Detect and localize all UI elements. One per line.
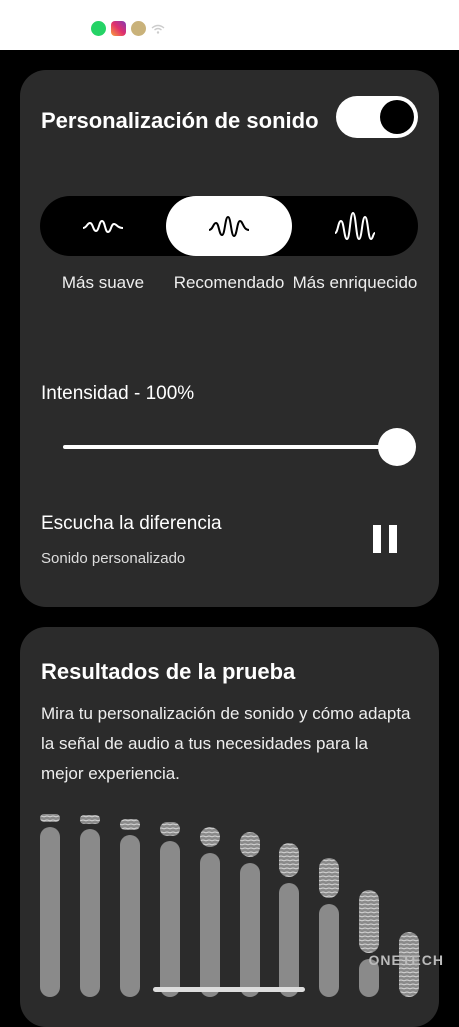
- preset-recommended-button[interactable]: [166, 196, 292, 256]
- wave-rich-icon: [334, 211, 376, 241]
- wave-soft-icon: [82, 219, 124, 234]
- bar-3: [120, 819, 140, 997]
- bar-4: [160, 822, 180, 997]
- bar-2: [80, 815, 100, 997]
- bar-1: [40, 814, 60, 997]
- home-indicator[interactable]: [153, 987, 305, 992]
- bar-9: [359, 890, 379, 997]
- preset-labels: Más suave Recomendado Más enriquecido: [40, 270, 418, 295]
- pause-icon[interactable]: [370, 525, 400, 553]
- results-description: Mira tu personalización de sonido y cómo…: [41, 704, 411, 783]
- preset-rich-button[interactable]: [292, 196, 418, 256]
- bar-5: [200, 827, 220, 997]
- preset-rich-label: Más enriquecido: [292, 273, 418, 292]
- sound-personalization-card: Personalización de sonido Más suave Reco…: [20, 70, 439, 607]
- preset-soft-button[interactable]: [40, 196, 166, 256]
- intensity-slider-thumb[interactable]: [378, 428, 416, 466]
- toggle-knob: [380, 100, 414, 134]
- sound-personalization-toggle[interactable]: [336, 96, 418, 138]
- preset-selector: [40, 196, 418, 256]
- watermark: ONETECH: [368, 952, 444, 968]
- bar-7: [279, 843, 299, 997]
- preset-soft-label: Más suave: [61, 273, 145, 292]
- sound-personalization-title: Personalización de sonido: [41, 108, 319, 133]
- preset-recommended-label: Recomendado: [173, 273, 285, 292]
- avatar-icon: [131, 21, 146, 36]
- results-title: Resultados de la prueba: [41, 659, 296, 684]
- wifi-icon: [151, 24, 165, 34]
- listen-title: Escucha la diferencia: [41, 513, 222, 534]
- wave-medium-icon: [208, 215, 250, 238]
- status-bar: [0, 0, 459, 50]
- frequency-bars-graphic: [40, 814, 419, 997]
- bar-6: [240, 832, 260, 997]
- intensity-label: Intensidad - 100%: [41, 383, 195, 404]
- notification-icons: [91, 21, 165, 36]
- instagram-icon: [111, 21, 126, 36]
- listen-subtitle: Sonido personalizado: [41, 550, 186, 567]
- bar-8: [319, 858, 339, 997]
- whatsapp-icon: [91, 21, 106, 36]
- intensity-slider-track[interactable]: [63, 445, 400, 449]
